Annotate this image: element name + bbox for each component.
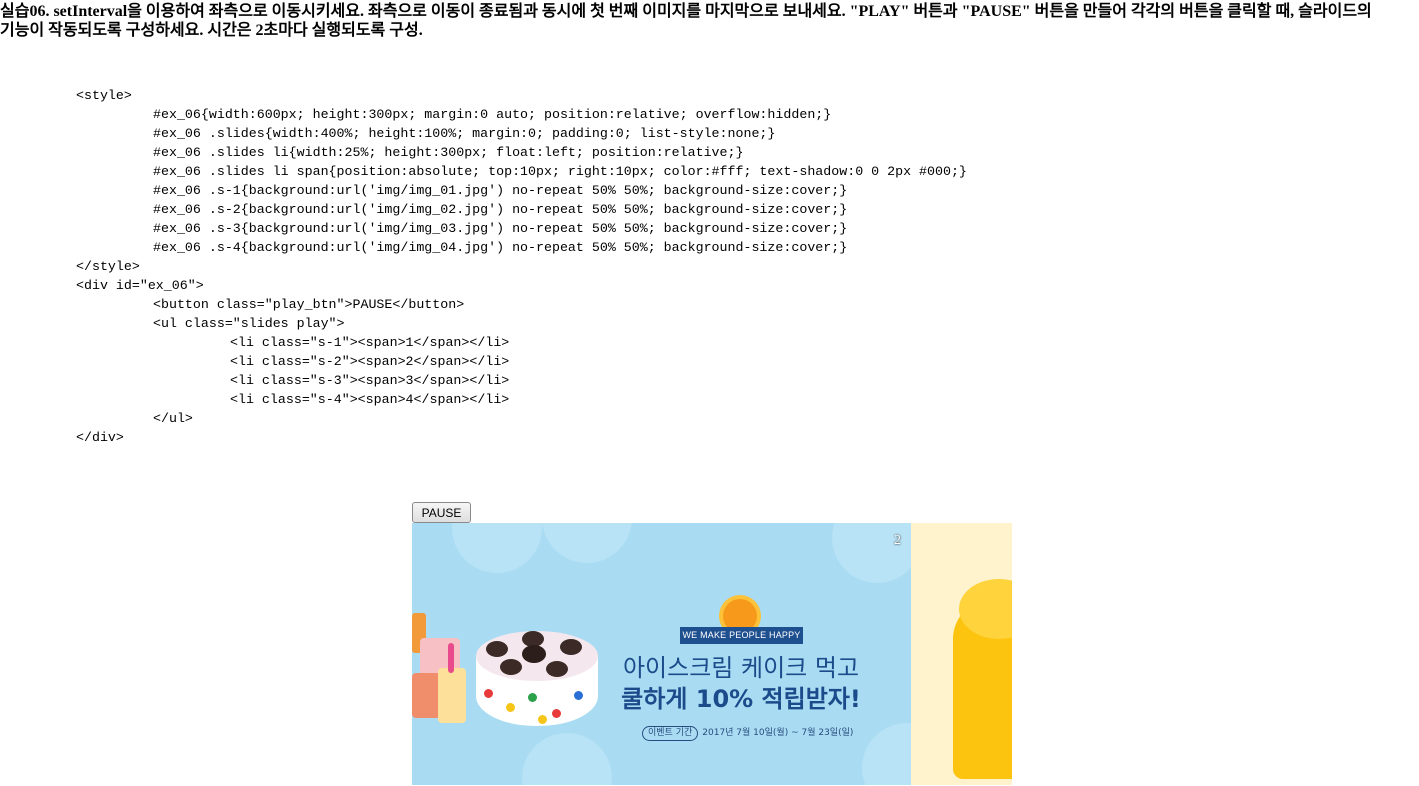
headline-line-1: 아이스크림 케이크 먹고 xyxy=(622,654,860,682)
code-line: </style> xyxy=(76,259,140,274)
code-line: </ul> xyxy=(153,411,193,426)
palm-leaf-decoration xyxy=(862,723,911,785)
event-period-pill: 이벤트 기간 xyxy=(642,726,699,741)
pause-button[interactable]: PAUSE xyxy=(412,502,471,523)
code-line: <li class="s-1"><span>1</span></li> xyxy=(230,335,510,350)
code-line: <ul class="slides play"> xyxy=(153,316,345,331)
event-period-text: 2017년 7월 10일(월) ~ 7월 23일(일) xyxy=(702,728,854,738)
slide-next-peek xyxy=(911,523,1012,785)
code-line: <li class="s-4"><span>4</span></li> xyxy=(230,392,510,407)
popsicle-cakes-image xyxy=(412,613,472,723)
task-description: 실습06. setInterval을 이용하여 좌측으로 이동시키세요. 좌측으… xyxy=(0,3,1372,39)
code-line: #ex_06 .s-4{background:url('img/img_04.j… xyxy=(153,240,848,255)
code-listing: <style> #ex_06{width:600px; height:300px;… xyxy=(76,86,967,447)
code-line: #ex_06 .slides li{width:25%; height:300p… xyxy=(153,145,744,160)
event-period: 이벤트 기간 2017년 7월 10일(월) ~ 7월 23일(일) xyxy=(642,725,853,741)
code-line: <style> xyxy=(76,88,132,103)
slide-number: 2 xyxy=(894,533,901,548)
ice-cream-cake-image xyxy=(476,631,598,739)
palm-leaf-decoration xyxy=(832,523,911,583)
code-line: </div> xyxy=(76,430,124,445)
code-line: #ex_06 .s-1{background:url('img/img_01.j… xyxy=(153,183,848,198)
code-line: #ex_06 .slides{width:400%; height:100%; … xyxy=(153,126,776,141)
banner-tag: WE MAKE PEOPLE HAPPY xyxy=(680,627,803,644)
headline-line-2: 쿨하게 10% 적립받자! xyxy=(621,685,861,713)
slider-demo: PAUSE WE MAKE PEOPLE HAPPY 아이스크림 케이크 먹고 … xyxy=(412,502,1012,785)
slide-current: WE MAKE PEOPLE HAPPY 아이스크림 케이크 먹고 쿨하게 10… xyxy=(412,523,911,785)
palm-leaf-decoration xyxy=(542,523,632,563)
palm-leaf-decoration xyxy=(452,523,542,573)
banner-headline: 아이스크림 케이크 먹고 쿨하게 10% 적립받자! xyxy=(602,653,880,715)
code-line: #ex_06{width:600px; height:300px; margin… xyxy=(153,107,832,122)
code-line: #ex_06 .slides li span{position:absolute… xyxy=(153,164,967,179)
code-line: #ex_06 .s-3{background:url('img/img_03.j… xyxy=(153,221,848,236)
code-line: <li class="s-2"><span>2</span></li> xyxy=(230,354,510,369)
slider-viewport: WE MAKE PEOPLE HAPPY 아이스크림 케이크 먹고 쿨하게 10… xyxy=(412,523,1012,785)
code-line: <button class="play_btn">PAUSE</button> xyxy=(153,297,465,312)
code-line: #ex_06 .s-2{background:url('img/img_02.j… xyxy=(153,202,848,217)
code-line: <div id="ex_06"> xyxy=(76,278,204,293)
palm-leaf-decoration xyxy=(522,733,612,785)
code-line: <li class="s-3"><span>3</span></li> xyxy=(230,373,510,388)
